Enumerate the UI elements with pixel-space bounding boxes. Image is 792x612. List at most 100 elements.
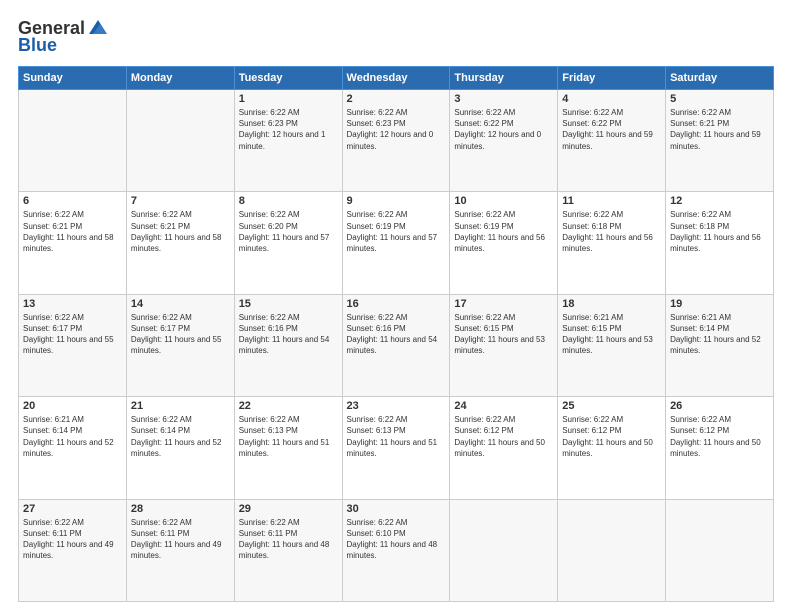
weekday-header-row: SundayMondayTuesdayWednesdayThursdayFrid… bbox=[19, 67, 774, 90]
day-info: Sunrise: 6:22 AMSunset: 6:12 PMDaylight:… bbox=[670, 414, 769, 459]
day-number: 24 bbox=[454, 400, 553, 412]
calendar-cell bbox=[666, 499, 774, 601]
logo: General Blue bbox=[18, 18, 109, 56]
day-number: 6 bbox=[23, 195, 122, 207]
day-number: 3 bbox=[454, 93, 553, 105]
day-number: 9 bbox=[347, 195, 446, 207]
day-number: 25 bbox=[562, 400, 661, 412]
day-info: Sunrise: 6:22 AMSunset: 6:22 PMDaylight:… bbox=[562, 107, 661, 152]
day-info: Sunrise: 6:22 AMSunset: 6:17 PMDaylight:… bbox=[131, 312, 230, 357]
day-number: 28 bbox=[131, 503, 230, 515]
header: General Blue bbox=[18, 18, 774, 56]
weekday-wednesday: Wednesday bbox=[342, 67, 450, 90]
day-info: Sunrise: 6:22 AMSunset: 6:23 PMDaylight:… bbox=[347, 107, 446, 152]
calendar-cell: 28 Sunrise: 6:22 AMSunset: 6:11 PMDayligh… bbox=[126, 499, 234, 601]
day-number: 29 bbox=[239, 503, 338, 515]
week-row-4: 20 Sunrise: 6:21 AMSunset: 6:14 PMDayligh… bbox=[19, 397, 774, 499]
day-number: 18 bbox=[562, 298, 661, 310]
calendar-cell: 25 Sunrise: 6:22 AMSunset: 6:12 PMDayligh… bbox=[558, 397, 666, 499]
day-info: Sunrise: 6:22 AMSunset: 6:20 PMDaylight:… bbox=[239, 209, 338, 254]
day-info: Sunrise: 6:22 AMSunset: 6:16 PMDaylight:… bbox=[239, 312, 338, 357]
page: General Blue SundayMondayTuesdayWednesda… bbox=[0, 0, 792, 612]
calendar-cell: 24Sunrise: 6:22 AMSunset: 6:12 PMDayligh… bbox=[450, 397, 558, 499]
day-info: Sunrise: 6:22 AMSunset: 6:19 PMDaylight:… bbox=[347, 209, 446, 254]
calendar-cell: 26 Sunrise: 6:22 AMSunset: 6:12 PMDayligh… bbox=[666, 397, 774, 499]
day-info: Sunrise: 6:22 AMSunset: 6:17 PMDaylight:… bbox=[23, 312, 122, 357]
weekday-tuesday: Tuesday bbox=[234, 67, 342, 90]
day-info: Sunrise: 6:22 AMSunset: 6:12 PMDaylight:… bbox=[562, 414, 661, 459]
calendar-cell: 9 Sunrise: 6:22 AMSunset: 6:19 PMDaylight… bbox=[342, 192, 450, 294]
day-number: 20 bbox=[23, 400, 122, 412]
weekday-sunday: Sunday bbox=[19, 67, 127, 90]
week-row-5: 27 Sunrise: 6:22 AMSunset: 6:11 PMDayligh… bbox=[19, 499, 774, 601]
day-info: Sunrise: 6:22 AMSunset: 6:11 PMDaylight:… bbox=[131, 517, 230, 562]
day-number: 17 bbox=[454, 298, 553, 310]
day-info: Sunrise: 6:22 AMSunset: 6:21 PMDaylight:… bbox=[131, 209, 230, 254]
calendar-cell: 7 Sunrise: 6:22 AMSunset: 6:21 PMDaylight… bbox=[126, 192, 234, 294]
day-number: 8 bbox=[239, 195, 338, 207]
calendar-cell: 21 Sunrise: 6:22 AMSunset: 6:14 PMDayligh… bbox=[126, 397, 234, 499]
calendar-cell: 8 Sunrise: 6:22 AMSunset: 6:20 PMDaylight… bbox=[234, 192, 342, 294]
calendar-cell: 6 Sunrise: 6:22 AMSunset: 6:21 PMDaylight… bbox=[19, 192, 127, 294]
day-info: Sunrise: 6:22 AMSunset: 6:22 PMDaylight:… bbox=[454, 107, 553, 152]
day-info: Sunrise: 6:22 AMSunset: 6:11 PMDaylight:… bbox=[23, 517, 122, 562]
calendar-cell: 18 Sunrise: 6:21 AMSunset: 6:15 PMDayligh… bbox=[558, 294, 666, 396]
calendar-cell: 13 Sunrise: 6:22 AMSunset: 6:17 PMDayligh… bbox=[19, 294, 127, 396]
day-number: 13 bbox=[23, 298, 122, 310]
day-number: 21 bbox=[131, 400, 230, 412]
calendar-table: SundayMondayTuesdayWednesdayThursdayFrid… bbox=[18, 66, 774, 602]
day-number: 23 bbox=[347, 400, 446, 412]
day-number: 30 bbox=[347, 503, 446, 515]
day-number: 26 bbox=[670, 400, 769, 412]
calendar-cell: 17Sunrise: 6:22 AMSunset: 6:15 PMDayligh… bbox=[450, 294, 558, 396]
calendar-cell: 2 Sunrise: 6:22 AMSunset: 6:23 PMDaylight… bbox=[342, 90, 450, 192]
calendar-cell: 14Sunrise: 6:22 AMSunset: 6:17 PMDayligh… bbox=[126, 294, 234, 396]
day-info: Sunrise: 6:21 AMSunset: 6:14 PMDaylight:… bbox=[670, 312, 769, 357]
weekday-thursday: Thursday bbox=[450, 67, 558, 90]
calendar-cell: 1Sunrise: 6:22 AMSunset: 6:23 PMDaylight… bbox=[234, 90, 342, 192]
day-number: 1 bbox=[239, 93, 338, 105]
calendar-cell: 16 Sunrise: 6:22 AMSunset: 6:16 PMDayligh… bbox=[342, 294, 450, 396]
day-info: Sunrise: 6:22 AMSunset: 6:21 PMDaylight:… bbox=[23, 209, 122, 254]
day-info: Sunrise: 6:22 AMSunset: 6:13 PMDaylight:… bbox=[239, 414, 338, 459]
day-number: 15 bbox=[239, 298, 338, 310]
day-info: Sunrise: 6:22 AMSunset: 6:19 PMDaylight:… bbox=[454, 209, 553, 254]
day-info: Sunrise: 6:22 AMSunset: 6:18 PMDaylight:… bbox=[562, 209, 661, 254]
week-row-1: 1 Sunrise: 6:22 AMSunset: 6:23 PMDaylight… bbox=[19, 90, 774, 192]
calendar-cell: 3 Sunrise: 6:22 AMSunset: 6:22 PMDaylight… bbox=[450, 90, 558, 192]
day-number: 16 bbox=[347, 298, 446, 310]
day-info: Sunrise: 6:22 AMSunset: 6:16 PMDaylight:… bbox=[347, 312, 446, 357]
day-number: 2 bbox=[347, 93, 446, 105]
calendar-cell: 10 Sunrise: 6:22 AMSunset: 6:19 PMDayligh… bbox=[450, 192, 558, 294]
calendar-cell: 27 Sunrise: 6:22 AMSunset: 6:11 PMDayligh… bbox=[19, 499, 127, 601]
day-number: 5 bbox=[670, 93, 769, 105]
calendar-cell bbox=[450, 499, 558, 601]
calendar-cell: 29 Sunrise: 6:22 AMSunset: 6:11 PMDayligh… bbox=[234, 499, 342, 601]
calendar-cell bbox=[19, 90, 127, 192]
day-number: 22 bbox=[239, 400, 338, 412]
weekday-friday: Friday bbox=[558, 67, 666, 90]
day-info: Sunrise: 6:22 AMSunset: 6:10 PMDaylight:… bbox=[347, 517, 446, 562]
day-number: 4 bbox=[562, 93, 661, 105]
day-info: Sunrise: 6:22 AMSunset: 6:13 PMDaylight:… bbox=[347, 414, 446, 459]
week-row-3: 13 Sunrise: 6:22 AMSunset: 6:17 PMDayligh… bbox=[19, 294, 774, 396]
calendar-cell: 4 Sunrise: 6:22 AMSunset: 6:22 PMDaylight… bbox=[558, 90, 666, 192]
day-info: Sunrise: 6:22 AMSunset: 6:11 PMDaylight:… bbox=[239, 517, 338, 562]
day-number: 7 bbox=[131, 195, 230, 207]
weekday-monday: Monday bbox=[126, 67, 234, 90]
weekday-saturday: Saturday bbox=[666, 67, 774, 90]
calendar-cell: 20 Sunrise: 6:21 AMSunset: 6:14 PMDayligh… bbox=[19, 397, 127, 499]
calendar-cell bbox=[558, 499, 666, 601]
day-number: 27 bbox=[23, 503, 122, 515]
day-info: Sunrise: 6:21 AMSunset: 6:15 PMDaylight:… bbox=[562, 312, 661, 357]
day-number: 19 bbox=[670, 298, 769, 310]
day-number: 12 bbox=[670, 195, 769, 207]
calendar-cell: 23 Sunrise: 6:22 AMSunset: 6:13 PMDayligh… bbox=[342, 397, 450, 499]
logo-icon bbox=[87, 16, 109, 38]
calendar-cell: 22 Sunrise: 6:22 AMSunset: 6:13 PMDayligh… bbox=[234, 397, 342, 499]
day-info: Sunrise: 6:22 AMSunset: 6:14 PMDaylight:… bbox=[131, 414, 230, 459]
calendar-cell: 30 Sunrise: 6:22 AMSunset: 6:10 PMDayligh… bbox=[342, 499, 450, 601]
calendar-cell: 11Sunrise: 6:22 AMSunset: 6:18 PMDayligh… bbox=[558, 192, 666, 294]
day-number: 10 bbox=[454, 195, 553, 207]
day-info: Sunrise: 6:21 AMSunset: 6:14 PMDaylight:… bbox=[23, 414, 122, 459]
